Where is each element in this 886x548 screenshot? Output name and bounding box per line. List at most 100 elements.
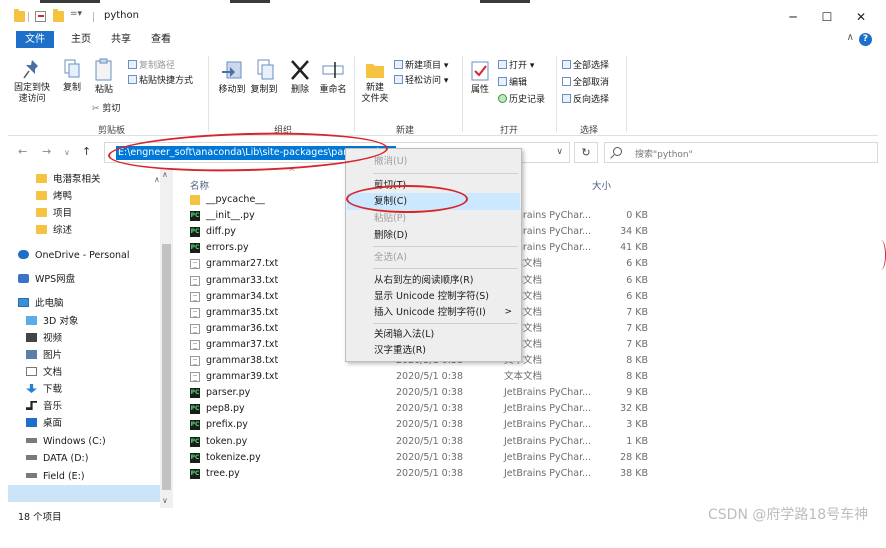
scrollbar-thumb[interactable]	[162, 244, 171, 490]
sidebar-item[interactable]: 项目	[36, 206, 72, 222]
select-all-button[interactable]: 全部选择	[562, 60, 609, 72]
file-type: JetBrains PyChar...	[504, 467, 592, 479]
ctx-paste[interactable]: 粘贴(P)	[347, 210, 520, 227]
file-row[interactable]: PC pep8.py 2020/5/1 0:38 JetBrains PyChar..…	[184, 401, 654, 417]
move-to-button[interactable]: 移动到	[216, 58, 248, 96]
copy-path-icon	[128, 60, 137, 69]
sidebar-item[interactable]: 3D 对象	[26, 314, 78, 330]
sidebar-item[interactable]: OneDrive - Personal	[18, 248, 130, 264]
pin-label: 固定到快 速访问	[13, 83, 50, 104]
properties-icon[interactable]	[35, 11, 46, 22]
ctx-select-all[interactable]: 全选(A)	[347, 249, 520, 266]
properties-button[interactable]: 属性	[466, 60, 494, 96]
maximize-button[interactable]: ☐	[810, 6, 844, 28]
sidebar-item[interactable]: 电潜泵相关	[36, 172, 101, 188]
sidebar-item[interactable]: 图片	[26, 348, 62, 364]
sidebar-item[interactable]: 视频	[26, 331, 62, 347]
ctx-show-unicode[interactable]: 显示 Unicode 控制字符(S)	[347, 288, 520, 305]
file-row[interactable]: PC token.py 2020/5/1 0:38 JetBrains PyChar.…	[184, 434, 654, 450]
ctx-rtl-reading[interactable]: 从右到左的阅读顺序(R)	[347, 272, 520, 289]
sidebar-item[interactable]: 烤鸭	[36, 189, 72, 205]
file-size: 6 KB	[626, 290, 648, 302]
address-dropdown-icon[interactable]: ∨	[556, 147, 563, 157]
tab-home[interactable]: 主页	[62, 31, 100, 48]
close-button[interactable]: ✕	[844, 6, 878, 28]
collapse-ribbon-icon[interactable]: ∧	[847, 32, 854, 43]
ctx-close-ime[interactable]: 关闭输入法(L)	[347, 326, 520, 343]
new-item-button[interactable]: 新建项目 ▾	[394, 60, 448, 72]
refresh-icon[interactable]: ↻	[574, 142, 598, 163]
sidebar-item[interactable]: 综述	[36, 223, 72, 239]
select-none-button[interactable]: 全部取消	[562, 77, 609, 89]
sidebar-item[interactable]: 桌面	[26, 416, 62, 432]
file-name: errors.py	[206, 242, 249, 254]
folder-icon	[36, 174, 47, 183]
context-menu: 撤消(U) 剪切(T) 复制(C) 粘贴(P) 删除(D) 全选(A) 从右到左…	[345, 148, 522, 362]
tab-view[interactable]: 查看	[142, 31, 180, 48]
column-header-name[interactable]: 名称	[190, 178, 209, 192]
cut-button[interactable]: ✂ 剪切	[92, 104, 120, 115]
copy-icon	[64, 59, 80, 78]
ctx-delete[interactable]: 删除(D)	[347, 227, 520, 244]
cloud-icon	[18, 250, 29, 259]
text-file-icon	[190, 356, 200, 366]
file-row[interactable]: grammar39.txt 2020/5/1 0:38 文本文档 8 KB	[184, 369, 654, 385]
minimize-button[interactable]: ─	[776, 6, 810, 28]
paste-shortcut-button[interactable]: 粘贴快捷方式	[128, 75, 193, 87]
sidebar-item[interactable]: Field (E:)	[26, 469, 85, 485]
sidebar-item[interactable]: 文档	[26, 365, 62, 381]
edit-button[interactable]: 编辑	[498, 77, 527, 89]
easy-access-button[interactable]: 轻松访问 ▾	[394, 75, 448, 87]
file-name: tree.py	[206, 467, 240, 479]
copy-path-button[interactable]: 复制路径	[128, 60, 175, 72]
text-file-icon	[190, 307, 200, 318]
sidebar-item[interactable]: DATA (D:)	[26, 451, 88, 467]
new-folder-button[interactable]: 新建 文件夹	[358, 58, 392, 105]
history-icon	[498, 94, 507, 103]
file-size: 9 KB	[626, 387, 648, 399]
quick-access-dropdown-icon[interactable]: =▾	[70, 9, 86, 20]
back-icon[interactable]: ←	[18, 145, 27, 158]
file-type: JetBrains PyChar...	[504, 419, 592, 431]
recent-dropdown-icon[interactable]: ∨	[64, 148, 70, 157]
rename-button[interactable]: 重命名	[316, 58, 350, 96]
copy-button[interactable]: 复制	[58, 58, 86, 94]
tab-file[interactable]: 文件	[16, 31, 54, 48]
forward-icon[interactable]: →	[42, 145, 51, 158]
file-row[interactable]: PC tokenize.py 2020/5/1 0:38 JetBrains PyCh…	[184, 450, 654, 466]
scroll-down-icon[interactable]: ∨	[162, 496, 168, 505]
sidebar-item[interactable]: 此电脑	[18, 296, 64, 312]
invert-selection-button[interactable]: 反向选择	[562, 94, 609, 106]
sidebar-item[interactable]: 下载	[26, 382, 62, 398]
folder-icon	[36, 225, 47, 234]
select-none-label: 全部取消	[573, 78, 610, 88]
sidebar-item-label: 音乐	[43, 401, 63, 412]
scroll-up-icon[interactable]: ∧	[162, 170, 168, 179]
column-header-size[interactable]: 大小	[592, 178, 611, 192]
sidebar-item[interactable]: 音乐	[26, 399, 62, 415]
copy-to-button[interactable]: 复制到	[248, 58, 280, 96]
up-icon[interactable]: ↑	[82, 145, 91, 158]
new-folder-icon[interactable]	[53, 9, 64, 22]
search-input[interactable]: 搜索"python"	[604, 142, 878, 163]
history-button[interactable]: 历史记录	[498, 94, 545, 106]
paste-button[interactable]: 粘贴	[90, 58, 118, 96]
delete-button[interactable]: 删除	[288, 58, 312, 96]
file-name: grammar27.txt	[206, 258, 279, 270]
sidebar-item[interactable]: Windows (C:)	[26, 434, 106, 450]
file-name: tokenize.py	[206, 451, 261, 463]
ctx-insert-unicode[interactable]: 插入 Unicode 控制字符(I) >	[347, 304, 520, 321]
sidebar-scrollbar[interactable]: ∧ ∨	[160, 168, 173, 508]
top-edge-fragment	[230, 0, 270, 3]
sidebar-item[interactable]: WPS网盘	[18, 272, 75, 288]
collapse-icon[interactable]: ∧	[154, 172, 160, 188]
pin-quick-access-button[interactable]: 固定到快 速访问	[10, 58, 54, 105]
music-icon	[26, 401, 37, 410]
tab-share[interactable]: 共享	[102, 31, 140, 48]
file-row[interactable]: PC prefix.py 2020/5/1 0:38 JetBrains PyChar…	[184, 417, 654, 433]
file-row[interactable]: PC parser.py 2020/5/1 0:38 JetBrains PyChar…	[184, 385, 654, 401]
help-icon[interactable]: ?	[859, 33, 872, 46]
file-row[interactable]: PC tree.py 2020/5/1 0:38 JetBrains PyChar..…	[184, 466, 654, 482]
open-button[interactable]: 打开 ▾	[498, 60, 534, 72]
ctx-reconvert[interactable]: 汉字重选(R)	[347, 342, 520, 359]
